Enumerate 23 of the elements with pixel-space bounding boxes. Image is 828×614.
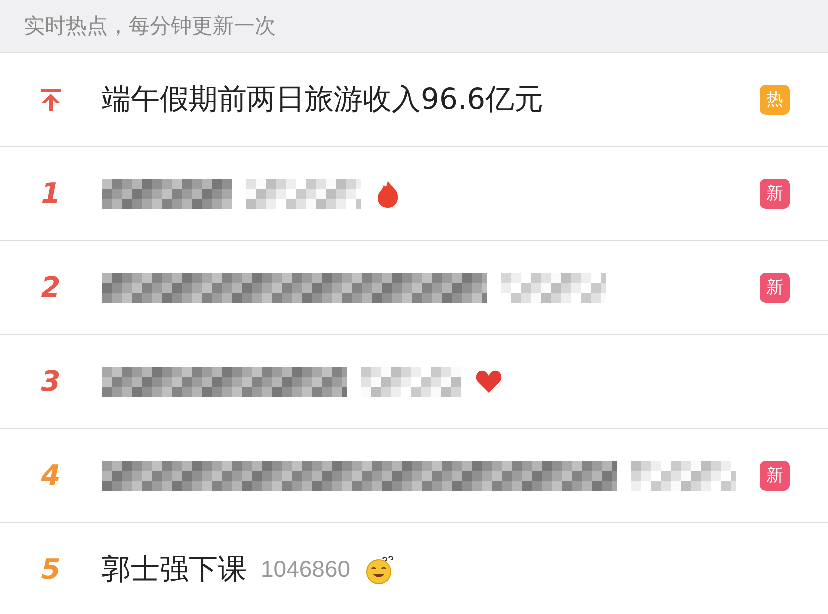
rank-number: 1 xyxy=(41,177,61,210)
view-count: 1046860 xyxy=(261,556,351,583)
tag-badge: 新 xyxy=(760,460,790,490)
hot-search-row[interactable]: 3 xyxy=(0,335,828,429)
hot-search-row[interactable]: 端午假期前两日旅游收入96.6亿元 热 xyxy=(0,53,828,147)
topic-title: 郭士强下课 xyxy=(102,550,247,588)
grinning-face-icon xyxy=(364,554,395,584)
tag-badge: 新 xyxy=(760,272,790,302)
fire-icon xyxy=(375,178,401,208)
hot-search-row[interactable]: 2 新 xyxy=(0,241,828,335)
rank-number: 3 xyxy=(41,365,61,398)
pin-to-top-icon xyxy=(40,88,62,112)
rank-number: 4 xyxy=(41,459,61,492)
tag-badge: 热 xyxy=(760,84,790,114)
topic-title: 端午假期前两日旅游收入96.6亿元 xyxy=(102,80,544,118)
header-text: 实时热点，每分钟更新一次 xyxy=(24,13,276,40)
tag-badge: 新 xyxy=(760,178,790,208)
hot-search-row[interactable]: 1 新 xyxy=(0,147,828,241)
rank-number: 5 xyxy=(41,553,61,586)
heart-icon xyxy=(475,368,503,394)
hot-search-row[interactable]: 5 郭士强下课 1046860 xyxy=(0,523,828,614)
rank-number: 2 xyxy=(41,271,61,304)
hot-search-row[interactable]: 4 新 xyxy=(0,429,828,523)
